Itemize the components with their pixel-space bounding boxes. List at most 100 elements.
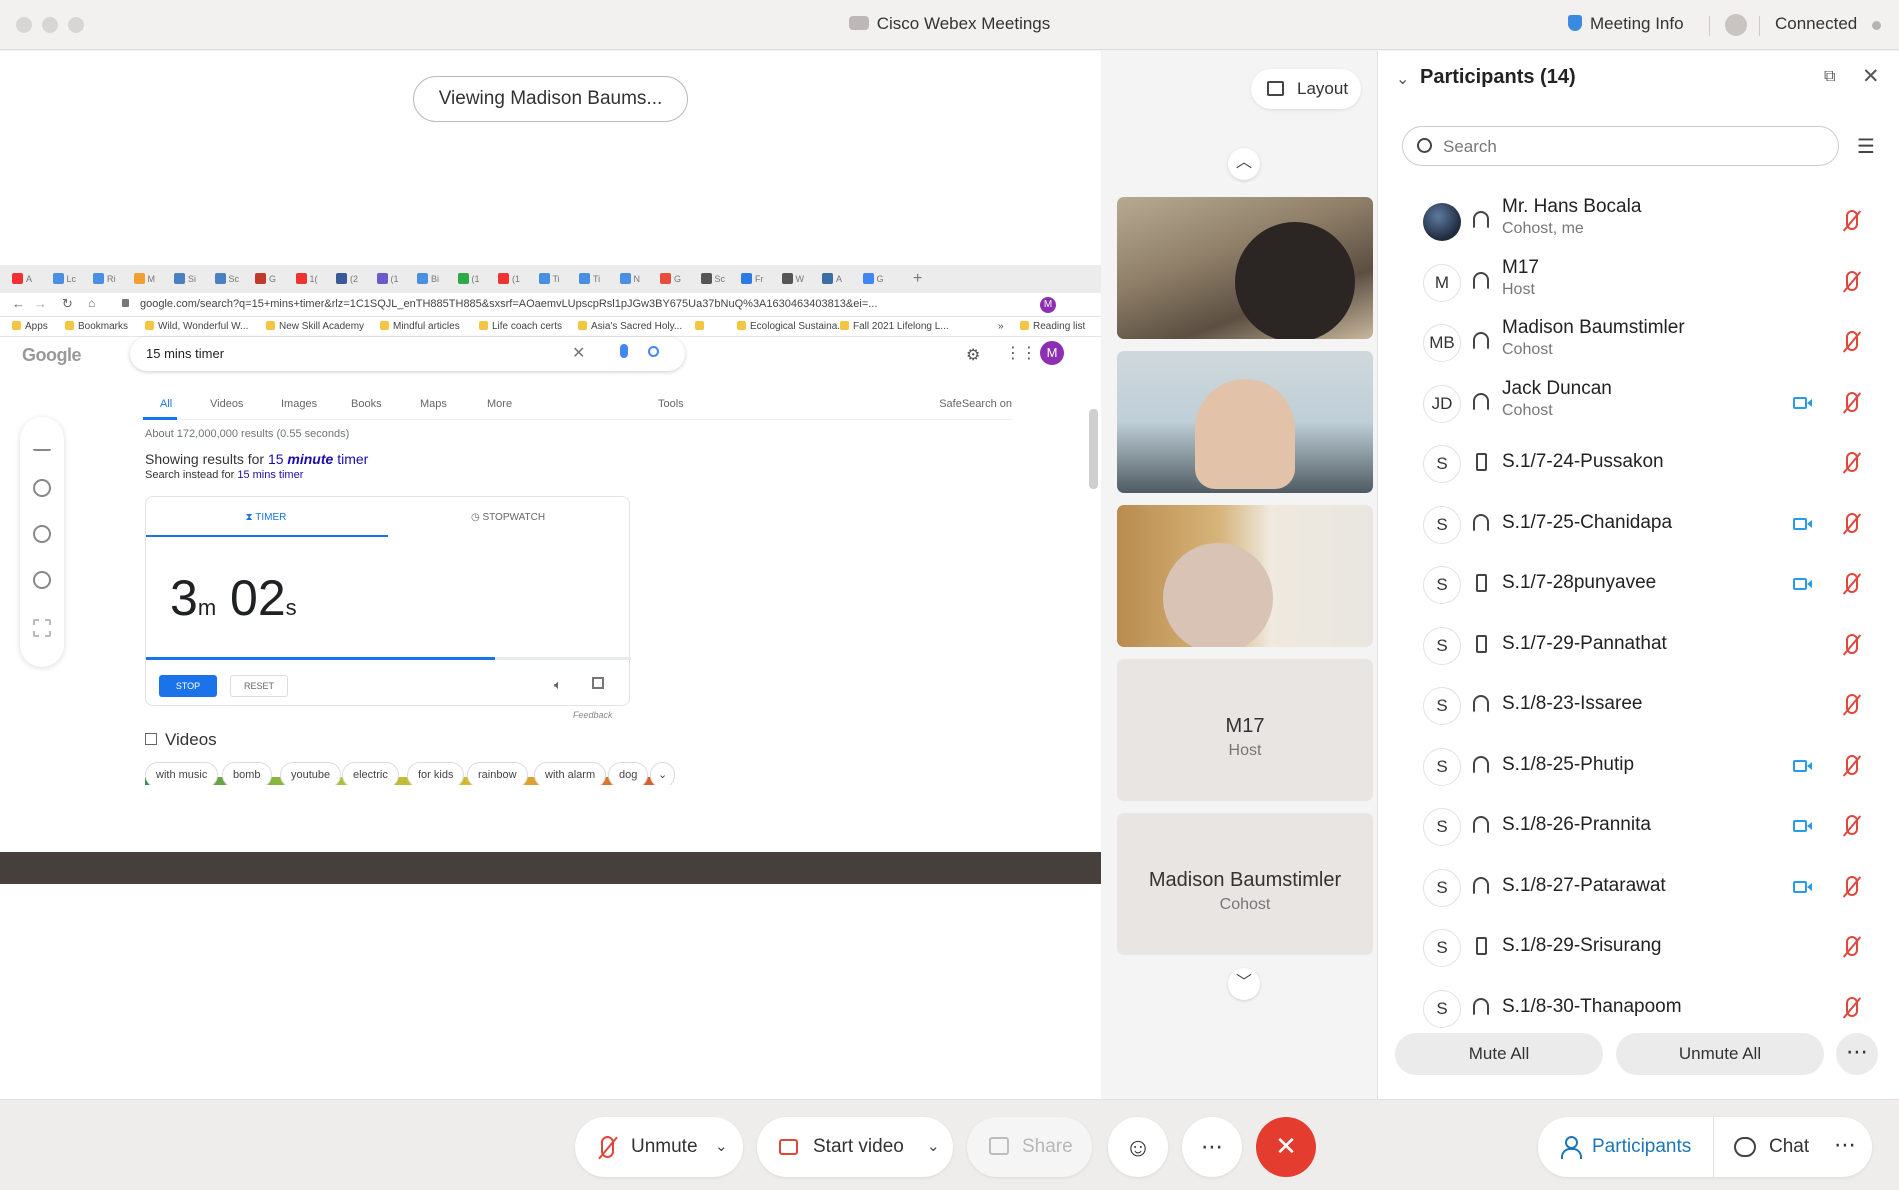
meeting-info-button[interactable]: Meeting Info — [1568, 14, 1684, 34]
bookmark-folder-icon — [380, 321, 389, 330]
bookmark-label: » — [998, 321, 1004, 332]
start-video-label: Start video — [813, 1136, 904, 1157]
unmute-all-button[interactable]: Unmute All — [1616, 1033, 1824, 1075]
participants-button[interactable]: Participants — [1538, 1117, 1713, 1177]
video-tile[interactable] — [1117, 505, 1373, 647]
participant-video — [1195, 379, 1295, 489]
mic-muted-icon[interactable] — [1846, 331, 1858, 351]
more-options-button[interactable]: ⋯ — [1182, 1117, 1242, 1177]
participant-row[interactable]: S S.1/7-24-Pussakon — [1378, 433, 1899, 493]
mic-muted-icon[interactable] — [1846, 512, 1858, 533]
browser-tab: A — [12, 273, 32, 287]
video-tile-m17[interactable]: M17 Host — [1117, 659, 1373, 801]
participant-row[interactable]: Mr. Hans Bocala Cohost, me — [1378, 191, 1899, 251]
chevron-down-icon[interactable]: ⌄ — [715, 1117, 728, 1177]
google-query: 15 mins timer — [146, 346, 225, 361]
lock-icon — [122, 299, 129, 307]
showing-term-minute: minute — [287, 451, 334, 467]
mic-muted-icon[interactable] — [1846, 754, 1858, 775]
layout-button[interactable]: Layout — [1251, 69, 1361, 109]
video-filter-chip: with music — [145, 762, 219, 785]
video-strip: Layout ︿ M17 Host Madison Baumstimler Co… — [1101, 51, 1377, 1099]
mic-muted-icon[interactable] — [1846, 391, 1858, 412]
chat-button[interactable]: Chat — [1714, 1117, 1818, 1177]
connection-avatar[interactable] — [1725, 14, 1747, 36]
mic-muted-icon[interactable] — [1846, 694, 1858, 714]
favicon-icon — [781, 273, 793, 284]
google-tab-safesearch-on: SafeSearch on — [939, 398, 1012, 410]
participant-name: M17 — [1502, 256, 1539, 278]
mic-muted-icon[interactable] — [1846, 210, 1858, 230]
unmute-button[interactable]: Unmute ⌄ — [575, 1117, 743, 1177]
google-search-box: 15 mins timer ✕ — [130, 337, 685, 371]
browser-tab: Bi — [417, 273, 439, 287]
leave-meeting-button[interactable]: ✕ — [1256, 1117, 1316, 1177]
camera-on-icon — [1793, 578, 1812, 590]
browser-tab: Ti — [579, 273, 600, 287]
video-tile[interactable] — [1117, 351, 1373, 493]
mic-muted-icon[interactable] — [1846, 452, 1858, 472]
google-tab-maps: Maps — [420, 398, 447, 410]
mic-muted-icon[interactable] — [1846, 815, 1858, 835]
video-tile-madison[interactable]: Madison Baumstimler Cohost — [1117, 813, 1373, 955]
favicon-icon — [376, 273, 388, 284]
mute-all-button[interactable]: Mute All — [1395, 1033, 1603, 1075]
chat-label: Chat — [1769, 1136, 1810, 1157]
participant-row[interactable]: MB Madison Baumstimler Cohost — [1378, 312, 1899, 372]
bookmark-folder-icon — [737, 321, 746, 330]
viewing-share-pill[interactable]: Viewing Madison Baums... — [413, 76, 688, 122]
browser-tab: (1 — [376, 273, 399, 287]
participant-name: S.1/8-29-Srisurang — [1502, 935, 1662, 956]
participant-row[interactable]: S S.1/8-27-Patarawat — [1378, 857, 1899, 917]
favicon-icon — [255, 273, 266, 284]
participant-row[interactable]: S S.1/8-25-Phutip — [1378, 736, 1899, 796]
participant-row[interactable]: S S.1/7-29-Pannathat — [1378, 615, 1899, 675]
video-tile[interactable] — [1117, 197, 1373, 339]
google-tab-books: Books — [351, 398, 382, 410]
participant-search-input[interactable]: Search — [1402, 126, 1839, 166]
participant-row[interactable]: S S.1/7-25-Chanidapa — [1378, 494, 1899, 554]
participant-row[interactable]: S S.1/8-23-Issaree — [1378, 675, 1899, 735]
pop-out-icon[interactable]: ⧉ — [1824, 68, 1835, 86]
participant-row[interactable]: S S.1/8-26-Prannita — [1378, 796, 1899, 856]
bookmark-folder-icon — [840, 321, 849, 330]
mic-muted-icon[interactable] — [1846, 936, 1858, 956]
bookmark-item: Bookmarks — [65, 321, 128, 332]
bookmark-folder-icon — [479, 321, 488, 330]
chevron-down-icon[interactable]: ⌄ — [927, 1117, 940, 1177]
participant-row[interactable]: M M17 Host — [1378, 252, 1899, 312]
browser-tab: Sc — [700, 273, 725, 287]
start-video-button[interactable]: Start video ⌄ — [757, 1117, 953, 1177]
share-button[interactable]: Share — [967, 1117, 1092, 1177]
scroll-down-button[interactable]: ﹀ — [1228, 968, 1260, 1000]
mic-muted-icon[interactable] — [1846, 633, 1858, 654]
hourglass-icon: ⧗ — [245, 512, 256, 523]
timer-seconds: 02 — [230, 570, 286, 626]
mic-muted-icon[interactable] — [1846, 573, 1858, 593]
sort-icon[interactable]: ☰ — [1857, 134, 1875, 159]
reactions-button[interactable]: ☺ — [1108, 1117, 1168, 1177]
browser-profile-avatar: M — [1040, 297, 1056, 313]
panel-more-button[interactable]: ⋯ — [1836, 1033, 1878, 1075]
browser-tab-label: Ri — [107, 274, 116, 284]
mic-muted-icon[interactable] — [1846, 996, 1858, 1017]
layout-label: Layout — [1297, 79, 1349, 98]
browser-tab-label: M — [147, 274, 156, 284]
more-panels-button[interactable]: ⋯ — [1818, 1117, 1872, 1177]
mic-muted-icon[interactable] — [1846, 270, 1858, 291]
browser-tab: Lc — [52, 273, 76, 287]
collapse-chevron-icon[interactable]: ⌄ — [1396, 69, 1409, 89]
favicon-icon — [619, 273, 631, 284]
video-filter-chip: electric — [342, 762, 399, 785]
timer-seconds-unit: s — [285, 595, 297, 620]
share-label: Share — [1022, 1136, 1073, 1157]
video-filter-chip: for kids — [407, 762, 465, 785]
participant-row[interactable]: S S.1/7-28punyavee — [1378, 554, 1899, 614]
participant-row[interactable]: S S.1/8-29-Srisurang — [1378, 917, 1899, 977]
close-icon[interactable]: ✕ — [1862, 64, 1880, 89]
participant-row[interactable]: JD Jack Duncan Cohost — [1378, 373, 1899, 433]
mic-muted-icon[interactable] — [1846, 875, 1858, 896]
participant-row[interactable]: S S.1/8-30-Thanapoom — [1378, 978, 1899, 1038]
scroll-up-button[interactable]: ︿ — [1228, 148, 1260, 180]
bookmark-item: Mindful articles — [380, 321, 460, 332]
